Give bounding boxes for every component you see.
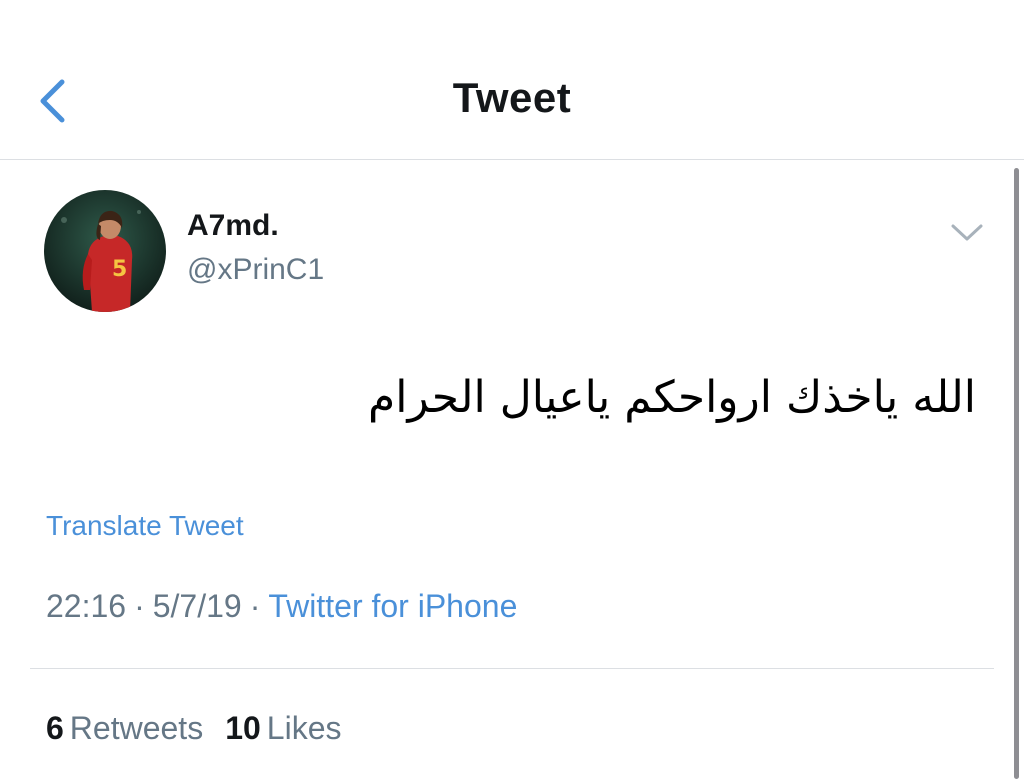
retweets-count: 6 (46, 710, 64, 746)
tweet-source-link[interactable]: Twitter for iPhone (268, 588, 517, 624)
author-name[interactable]: A7md. (187, 209, 279, 243)
avatar[interactable]: 5 (44, 190, 166, 312)
chevron-down-icon (951, 224, 983, 241)
divider (30, 668, 994, 669)
tweet-metadata: 22:16 · 5/7/19 · Twitter for iPhone (46, 588, 517, 625)
retweets-stat[interactable]: 6 Retweets (46, 710, 203, 746)
top-nav-bar: Tweet (0, 0, 1024, 160)
page-title: Tweet (452, 74, 572, 121)
tweet-menu-button[interactable] (948, 220, 986, 246)
profile-photo-image: 5 (44, 190, 166, 312)
tweet-time: 22:16 (46, 588, 127, 624)
retweets-label: Retweets (69, 710, 204, 746)
tweet-date: 5/7/19 (152, 588, 242, 624)
likes-label: Likes (266, 710, 342, 746)
author-handle[interactable]: @xPrinC1 (187, 253, 324, 287)
svg-text:5: 5 (112, 257, 127, 282)
scrollbar[interactable] (1014, 168, 1019, 779)
likes-count: 10 (225, 710, 261, 746)
tweet-text: الله ياخذك ارواحكم ياعيال الحرام (367, 372, 976, 423)
translate-tweet-link[interactable]: Translate Tweet (46, 510, 244, 542)
separator: · (249, 588, 261, 624)
likes-stat[interactable]: 10 Likes (225, 710, 341, 746)
engagement-stats: 6 Retweets 10 Likes (46, 710, 363, 747)
separator: · (134, 588, 145, 624)
